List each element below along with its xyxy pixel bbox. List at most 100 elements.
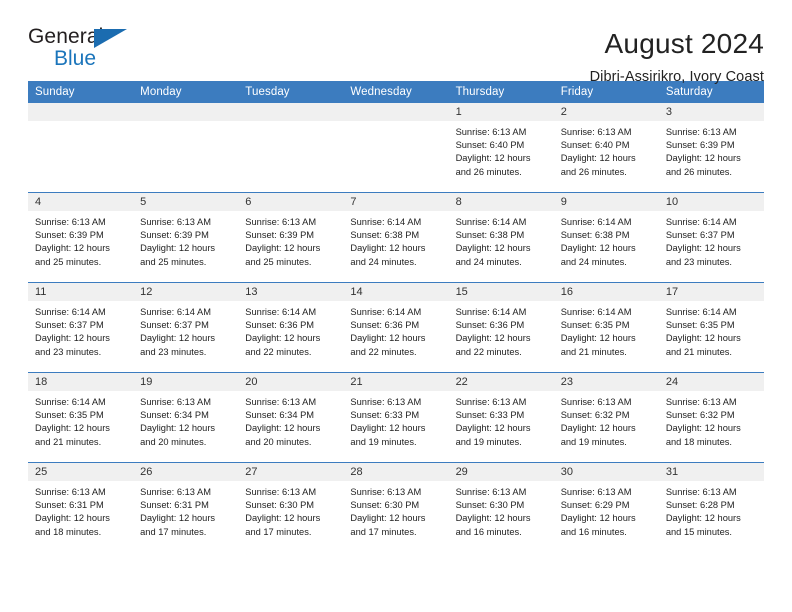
sunset-text: Sunset: 6:32 PM	[560, 410, 630, 421]
day-number: 6	[238, 193, 344, 211]
calendar-day-cell[interactable]: 19 Sunrise: 6:13 AM Sunset: 6:34 PM Dayligh…	[133, 372, 239, 463]
day-number: 19	[133, 373, 239, 391]
calendar-day-cell[interactable]: 15 Sunrise: 6:14 AM Sunset: 6:36 PM Dayligh…	[448, 282, 554, 373]
sunrise-text: Sunrise: 6:13 AM	[560, 487, 632, 497]
day-details: Sunrise: 6:14 AM Sunset: 6:38 PM Daylight:…	[449, 211, 554, 269]
day-details: Sunrise: 6:14 AM Sunset: 6:36 PM Daylight:…	[238, 301, 343, 359]
sunrise-text: Sunrise: 6:13 AM	[350, 397, 422, 407]
sunset-text: Sunset: 6:36 PM	[455, 320, 525, 331]
day-number: 2	[553, 103, 659, 121]
calendar-day-cell[interactable]: 17 Sunrise: 6:14 AM Sunset: 6:35 PM Dayligh…	[658, 282, 764, 373]
day-details: Sunrise: 6:13 AM Sunset: 6:39 PM Daylight:…	[28, 211, 133, 269]
calendar-day-cell[interactable]: 3 Sunrise: 6:13 AM Sunset: 6:39 PM Daylight…	[658, 103, 764, 193]
sunrise-text: Sunrise: 6:13 AM	[35, 217, 106, 227]
calendar-day-cell[interactable]: 21 Sunrise: 6:13 AM Sunset: 6:33 PM Dayligh…	[343, 372, 449, 463]
calendar-day-cell[interactable]: 30 Sunrise: 6:13 AM Sunset: 6:29 PM Dayligh…	[553, 462, 659, 552]
day-number: 8	[448, 193, 554, 211]
calendar-day-cell[interactable]: 20 Sunrise: 6:13 AM Sunset: 6:34 PM Dayligh…	[238, 372, 344, 463]
calendar-day-cell[interactable]: 11 Sunrise: 6:14 AM Sunset: 6:37 PM Dayligh…	[28, 282, 134, 373]
calendar-day-cell[interactable]: 27 Sunrise: 6:13 AM Sunset: 6:30 PM Dayligh…	[238, 462, 344, 552]
day-number	[28, 103, 134, 121]
day-number	[238, 103, 344, 121]
day-details: Sunrise: 6:13 AM Sunset: 6:33 PM Daylight:…	[343, 391, 448, 449]
calendar-day-cell[interactable]: 14 Sunrise: 6:14 AM Sunset: 6:36 PM Dayligh…	[343, 282, 449, 373]
weekday-header-sunday: Sunday	[28, 81, 134, 103]
calendar-day-cell[interactable]: 23 Sunrise: 6:13 AM Sunset: 6:32 PM Dayligh…	[553, 372, 659, 463]
calendar-day-cell[interactable]: 12 Sunrise: 6:14 AM Sunset: 6:37 PM Dayligh…	[133, 282, 239, 373]
title-block: August 2024 Dibri-Assirikro, Ivory Coast	[590, 26, 764, 85]
calendar-week-row: 18 Sunrise: 6:14 AM Sunset: 6:35 PM Dayligh…	[28, 372, 764, 463]
daylight-text: Daylight: 12 hours and 21 minutes.	[560, 333, 636, 357]
calendar-day-cell[interactable]: 28 Sunrise: 6:13 AM Sunset: 6:30 PM Dayligh…	[343, 462, 449, 552]
daylight-text: Daylight: 12 hours and 17 minutes.	[350, 513, 426, 537]
daylight-text: Daylight: 12 hours and 24 minutes.	[350, 243, 426, 267]
calendar-day-cell[interactable]: 31 Sunrise: 6:13 AM Sunset: 6:28 PM Dayligh…	[658, 462, 764, 552]
day-details: Sunrise: 6:13 AM Sunset: 6:31 PM Daylight:…	[133, 481, 238, 539]
day-number: 14	[343, 283, 449, 301]
sunrise-text: Sunrise: 6:14 AM	[35, 397, 106, 407]
day-details: Sunrise: 6:13 AM Sunset: 6:33 PM Daylight:…	[449, 391, 554, 449]
day-details: Sunrise: 6:14 AM Sunset: 6:38 PM Daylight:…	[554, 211, 659, 269]
sunset-text: Sunset: 6:40 PM	[560, 140, 630, 151]
day-number: 5	[133, 193, 239, 211]
sunset-text: Sunset: 6:37 PM	[665, 230, 735, 241]
day-details: Sunrise: 6:13 AM Sunset: 6:39 PM Daylight:…	[659, 121, 764, 179]
sunset-text: Sunset: 6:33 PM	[455, 410, 525, 421]
weekday-header-thursday: Thursday	[448, 81, 554, 103]
sunset-text: Sunset: 6:35 PM	[560, 320, 630, 331]
day-number: 12	[133, 283, 239, 301]
sunset-text: Sunset: 6:36 PM	[350, 320, 420, 331]
sunset-text: Sunset: 6:31 PM	[35, 500, 104, 511]
day-details: Sunrise: 6:14 AM Sunset: 6:37 PM Daylight:…	[28, 301, 133, 359]
calendar-day-cell[interactable]: 18 Sunrise: 6:14 AM Sunset: 6:35 PM Dayligh…	[28, 372, 134, 463]
calendar-day-cell[interactable]: 16 Sunrise: 6:14 AM Sunset: 6:35 PM Dayligh…	[553, 282, 659, 373]
sunrise-text: Sunrise: 6:13 AM	[455, 487, 527, 497]
daylight-text: Daylight: 12 hours and 17 minutes.	[140, 513, 216, 537]
sunrise-text: Sunrise: 6:14 AM	[350, 217, 422, 227]
sunset-text: Sunset: 6:35 PM	[665, 320, 735, 331]
generalblue-logo[interactable]: General Blue	[28, 26, 136, 72]
day-details: Sunrise: 6:13 AM Sunset: 6:29 PM Daylight:…	[554, 481, 659, 539]
day-details: Sunrise: 6:14 AM Sunset: 6:35 PM Daylight:…	[554, 301, 659, 359]
calendar-day-cell[interactable]: 1 Sunrise: 6:13 AM Sunset: 6:40 PM Daylight…	[448, 103, 554, 193]
calendar-day-cell[interactable]: 25 Sunrise: 6:13 AM Sunset: 6:31 PM Dayligh…	[28, 462, 134, 552]
sunset-text: Sunset: 6:39 PM	[245, 230, 315, 241]
calendar-day-cell[interactable]: 8 Sunrise: 6:14 AM Sunset: 6:38 PM Daylight…	[448, 192, 554, 283]
sunrise-text: Sunrise: 6:14 AM	[665, 217, 737, 227]
day-details: Sunrise: 6:14 AM Sunset: 6:36 PM Daylight:…	[449, 301, 554, 359]
day-number	[133, 103, 239, 121]
calendar-cell-empty	[343, 103, 449, 193]
calendar-day-cell[interactable]: 26 Sunrise: 6:13 AM Sunset: 6:31 PM Dayligh…	[133, 462, 239, 552]
calendar-day-cell[interactable]: 9 Sunrise: 6:14 AM Sunset: 6:38 PM Daylight…	[553, 192, 659, 283]
calendar-day-cell[interactable]: 24 Sunrise: 6:13 AM Sunset: 6:32 PM Dayligh…	[658, 372, 764, 463]
calendar-day-cell[interactable]: 5 Sunrise: 6:13 AM Sunset: 6:39 PM Daylight…	[133, 192, 239, 283]
sunset-text: Sunset: 6:30 PM	[245, 500, 315, 511]
day-number: 18	[28, 373, 134, 391]
calendar-day-cell[interactable]: 29 Sunrise: 6:13 AM Sunset: 6:30 PM Dayligh…	[448, 462, 554, 552]
calendar-week-row: 4 Sunrise: 6:13 AM Sunset: 6:39 PM Daylight…	[28, 192, 764, 283]
calendar-day-cell[interactable]: 22 Sunrise: 6:13 AM Sunset: 6:33 PM Dayligh…	[448, 372, 554, 463]
sunset-text: Sunset: 6:38 PM	[455, 230, 525, 241]
calendar-day-cell[interactable]: 2 Sunrise: 6:13 AM Sunset: 6:40 PM Daylight…	[553, 103, 659, 193]
page-title: August 2024	[604, 28, 764, 59]
calendar-day-cell[interactable]: 13 Sunrise: 6:14 AM Sunset: 6:36 PM Dayligh…	[238, 282, 344, 373]
daylight-text: Daylight: 12 hours and 19 minutes.	[350, 423, 426, 447]
day-details: Sunrise: 6:14 AM Sunset: 6:37 PM Daylight:…	[133, 301, 238, 359]
calendar-day-cell[interactable]: 4 Sunrise: 6:13 AM Sunset: 6:39 PM Daylight…	[28, 192, 134, 283]
daylight-text: Daylight: 12 hours and 21 minutes.	[35, 423, 110, 447]
calendar-day-cell[interactable]: 10 Sunrise: 6:14 AM Sunset: 6:37 PM Dayligh…	[658, 192, 764, 283]
weekday-header-monday: Monday	[133, 81, 239, 103]
calendar-day-cell[interactable]: 7 Sunrise: 6:14 AM Sunset: 6:38 PM Daylight…	[343, 192, 449, 283]
sunset-text: Sunset: 6:29 PM	[560, 500, 630, 511]
page-subtitle: Dibri-Assirikro, Ivory Coast	[589, 69, 764, 86]
day-number: 15	[448, 283, 554, 301]
day-details: Sunrise: 6:13 AM Sunset: 6:28 PM Daylight:…	[659, 481, 764, 539]
day-details: Sunrise: 6:14 AM Sunset: 6:35 PM Daylight:…	[659, 301, 764, 359]
daylight-text: Daylight: 12 hours and 22 minutes.	[455, 333, 531, 357]
calendar-table: Sunday Monday Tuesday Wednesday Thursday Frid…	[28, 81, 764, 552]
day-number	[343, 103, 449, 121]
sunrise-text: Sunrise: 6:14 AM	[560, 307, 632, 317]
day-number: 24	[658, 373, 764, 391]
day-number: 4	[28, 193, 134, 211]
calendar-day-cell[interactable]: 6 Sunrise: 6:13 AM Sunset: 6:39 PM Daylight…	[238, 192, 344, 283]
